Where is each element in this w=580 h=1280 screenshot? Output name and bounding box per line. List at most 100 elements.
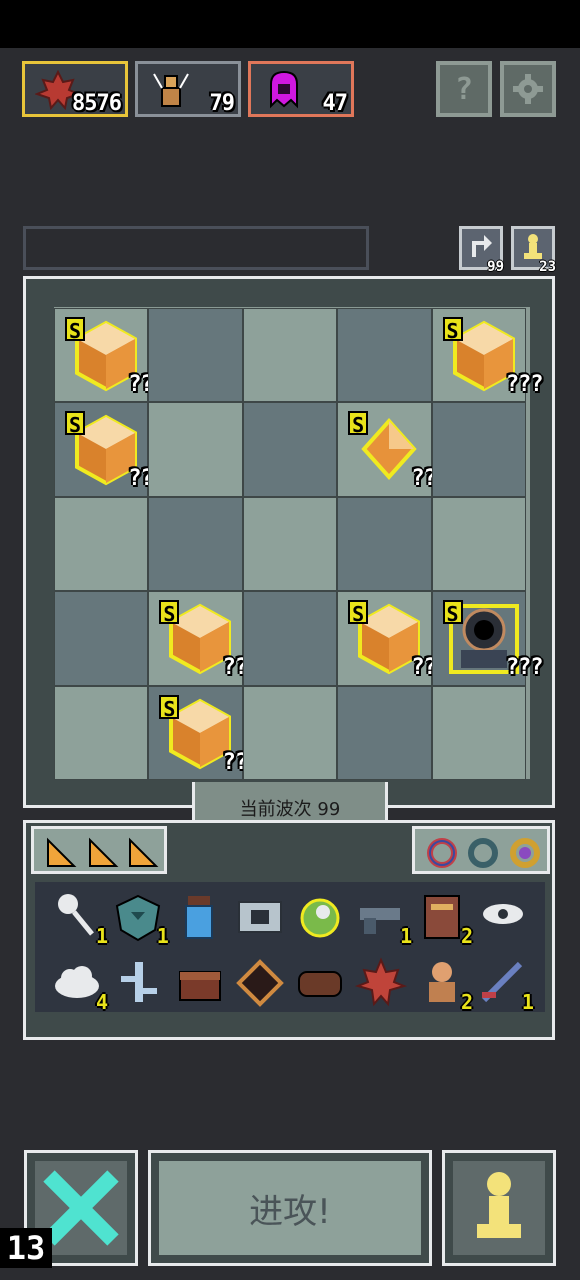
board-cell[interactable]: S??? (54, 308, 166, 403)
red-maple-icon (355, 957, 408, 1007)
rank-badge: S (159, 694, 180, 721)
resource-maple: 8576 (22, 61, 128, 117)
board-cell[interactable]: S??? (54, 402, 166, 497)
board-cell[interactable] (148, 496, 243, 592)
inventory-slot[interactable] (172, 956, 226, 1008)
maple-count: 8576 (72, 91, 122, 116)
inventory-slot[interactable] (354, 956, 408, 1008)
inventory-slot[interactable] (233, 956, 287, 1008)
item-count: 1 (95, 924, 108, 948)
name-input-bar[interactable] (23, 226, 369, 270)
inventory-slot[interactable]: 2 (415, 956, 473, 1014)
turn-counter: 13 (0, 1228, 52, 1268)
pawn-counter[interactable]: 23 (511, 226, 556, 275)
board-cell[interactable]: S??? (431, 591, 544, 686)
gold-ring-icon[interactable] (508, 836, 542, 870)
settings-button[interactable] (500, 61, 556, 117)
reroll-counter[interactable]: 99 (459, 226, 504, 275)
board-cell[interactable] (337, 308, 432, 403)
inventory-row-1: 1 1 1 2 (50, 890, 530, 948)
item-count: 1 (521, 990, 534, 1014)
large-crystal-unit[interactable]: S??? (65, 411, 166, 491)
doll-count: 79 (209, 91, 235, 116)
pawn-count: 23 (539, 259, 556, 275)
small-crystal-unit[interactable]: S??? (348, 411, 449, 491)
board-cell[interactable] (54, 591, 149, 686)
board-cell[interactable] (242, 496, 338, 592)
red-ring-icon[interactable] (425, 836, 459, 870)
potion-jar-icon (184, 896, 213, 939)
board-cell[interactable] (242, 402, 338, 497)
rune-diamond-icon (235, 959, 284, 1007)
inventory-slot[interactable]: 1 (476, 956, 534, 1014)
unit-label: ??? (505, 372, 544, 397)
treasure-chest-icon (178, 971, 221, 1001)
inventory-slot[interactable] (293, 956, 347, 1008)
large-crystal-unit[interactable]: S??? (442, 317, 544, 397)
ghost-count: 47 (322, 91, 348, 116)
inventory-slot[interactable]: 4 (50, 956, 108, 1014)
rank-badge: S (348, 411, 369, 437)
inventory-row-2: 4 2 1 (50, 956, 534, 1014)
board-cell[interactable] (431, 496, 526, 592)
board-cell[interactable] (54, 496, 149, 592)
inventory-slot[interactable]: 2 (415, 890, 473, 948)
board-cell[interactable] (431, 685, 526, 780)
board-cell[interactable] (148, 308, 243, 403)
board-cell[interactable]: S??? (148, 685, 260, 780)
board-cell[interactable] (337, 685, 432, 780)
board-cell[interactable] (242, 685, 338, 780)
inventory-slot[interactable]: 1 (354, 890, 412, 948)
attack-button[interactable]: 进攻! (148, 1150, 432, 1266)
green-orb-icon (300, 898, 340, 938)
camera-icon (237, 901, 282, 933)
large-crystal-unit[interactable]: S??? (348, 600, 449, 680)
wooden-doll-icon (153, 73, 189, 107)
log-icon (298, 971, 343, 997)
board-cell[interactable]: S??? (337, 591, 449, 686)
attack-label: 进攻! (249, 1191, 331, 1232)
board-cell[interactable] (431, 402, 526, 497)
resource-doll: 79 (135, 61, 241, 117)
board-cell[interactable]: S??? (148, 591, 260, 686)
inventory-slot[interactable]: 1 (50, 890, 108, 948)
rank-badge: S (442, 600, 463, 626)
branch-icon (120, 962, 157, 1002)
board-cell[interactable] (54, 685, 149, 780)
board-cell[interactable]: S??? (337, 402, 449, 497)
teal-ring-icon[interactable] (466, 836, 500, 870)
board-grid: S??? S??? S??? S??? S??? S??? S??? S??? (54, 308, 544, 780)
item-count: 4 (95, 990, 108, 1014)
board-cell[interactable]: S??? (431, 308, 544, 403)
item-count: 2 (461, 924, 474, 948)
board-cell[interactable] (242, 308, 338, 403)
help-icon: ? (454, 71, 474, 107)
orange-shard-icon (129, 837, 159, 867)
orange-shard-icon (89, 837, 119, 867)
pawn-button[interactable] (442, 1150, 556, 1266)
purple-ghost-icon (270, 70, 298, 109)
inventory-slot[interactable] (172, 890, 226, 942)
item-count: 2 (461, 990, 474, 1014)
rank-badge: S (348, 600, 369, 626)
inventory-slot[interactable] (233, 890, 287, 942)
gear-icon (513, 74, 543, 104)
inventory-slot[interactable] (111, 956, 165, 1008)
top-black-bar (0, 0, 580, 48)
help-button[interactable]: ? (436, 61, 492, 117)
board-cell[interactable] (148, 402, 243, 497)
board-cell[interactable] (242, 591, 338, 686)
rank-badge: S (65, 411, 85, 437)
rank-badge: S (442, 317, 463, 343)
pawn-icon (477, 1172, 521, 1238)
inventory-slot[interactable]: 1 (111, 890, 169, 948)
large-crystal-unit[interactable]: S??? (159, 600, 260, 680)
large-crystal-unit[interactable]: S??? (159, 694, 260, 775)
reroll-count: 99 (487, 259, 504, 275)
inventory-slot[interactable] (293, 890, 347, 942)
item-count: 1 (400, 924, 413, 948)
inventory-slot[interactable] (476, 890, 530, 942)
dark-turret-unit[interactable]: S??? (442, 600, 544, 680)
board-cell[interactable] (337, 496, 432, 592)
large-crystal-unit[interactable]: S??? (65, 317, 166, 397)
